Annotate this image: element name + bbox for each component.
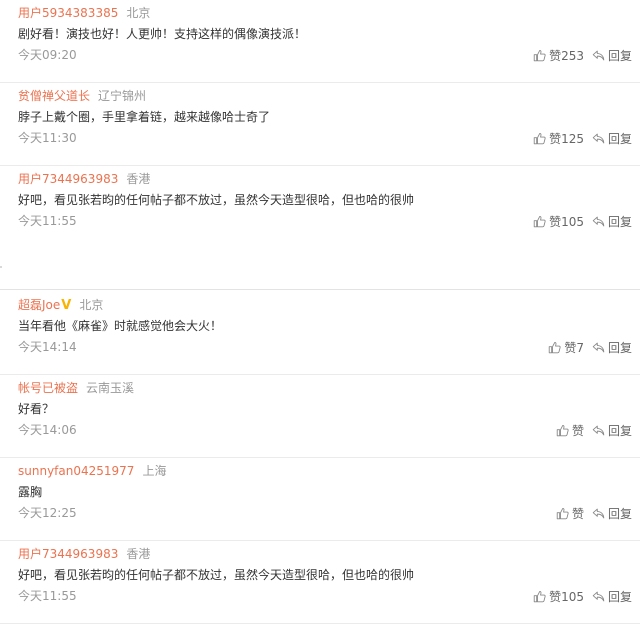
- username-link[interactable]: 帐号已被盗: [18, 381, 78, 395]
- comment-text: 好吧，看见张若昀的任何帖子都不放过，虽然今天造型很哈，但也哈的很帅: [18, 193, 415, 207]
- user-location: 香港: [126, 547, 151, 561]
- comment-list-bottom: 超磊JoeV 北京 当年看他《麻雀》时就感觉他会大火！ 今天14:14 赞7 回复…: [0, 292, 640, 624]
- comment-header: 用户5934383385 北京: [18, 4, 150, 21]
- like-count: 赞125: [549, 132, 584, 146]
- comment-item: sunnyfan04251977 上海 露胸 今天12:25 赞 回复: [0, 458, 640, 541]
- thumbs-up-icon: [533, 133, 546, 145]
- reply-button[interactable]: 回复: [592, 588, 632, 605]
- comment-actions: 赞105 回复: [533, 588, 632, 605]
- comment-item: 用户7344963983 香港 好吧，看见张若昀的任何帖子都不放过，虽然今天造型很…: [0, 166, 640, 249]
- comment-actions: 赞 回复: [556, 505, 632, 522]
- reply-button[interactable]: 回复: [592, 422, 632, 439]
- comment-time: 今天14:06: [18, 423, 77, 437]
- comment-list-top: 用户5934383385 北京 剧好看！演技也好！人更帅！支持这样的偶像演技派！ …: [0, 0, 640, 249]
- verified-badge-icon: V: [61, 298, 72, 313]
- comment-item: 用户7344963983 香港 好吧，看见张若昀的任何帖子都不放过，虽然今天造型很…: [0, 541, 640, 624]
- comment-item: 超磊JoeV 北京 当年看他《麻雀》时就感觉他会大火！ 今天14:14 赞7 回复: [0, 292, 640, 375]
- like-button[interactable]: 赞: [556, 505, 584, 522]
- like-button[interactable]: 赞105: [533, 588, 584, 605]
- comment-header: 贫僧禅父道长 辽宁锦州: [18, 87, 146, 104]
- thumbs-up-icon: [533, 216, 546, 228]
- comment-header: 帐号已被盗 云南玉溪: [18, 379, 134, 396]
- reply-label: 回复: [607, 49, 632, 63]
- comment-item: 贫僧禅父道长 辽宁锦州 脖子上戴个圈，手里拿着链，越来越像哈士奇了 今天11:30…: [0, 83, 640, 166]
- like-count: 赞7: [564, 341, 584, 355]
- comment-item: 用户5934383385 北京 剧好看！演技也好！人更帅！支持这样的偶像演技派！ …: [0, 0, 640, 83]
- comment-actions: 赞253 回复: [533, 47, 632, 64]
- comment-time: 今天12:25: [18, 506, 77, 520]
- comment-header: sunnyfan04251977 上海: [18, 462, 166, 479]
- comment-header: 超磊JoeV 北京: [18, 296, 103, 313]
- comment-time: 今天14:14: [18, 340, 77, 354]
- user-location: 云南玉溪: [86, 381, 135, 395]
- username-link[interactable]: 用户7344963983: [18, 172, 118, 186]
- comment-actions: 赞105 回复: [533, 213, 632, 230]
- like-count: 赞105: [549, 215, 584, 229]
- section-divider: [0, 289, 640, 290]
- like-button[interactable]: 赞253: [533, 47, 584, 64]
- user-location: 香港: [126, 172, 151, 186]
- comment-header: 用户7344963983 香港: [18, 170, 150, 187]
- comment-time: 今天09:20: [18, 48, 77, 62]
- username-link[interactable]: sunnyfan04251977: [18, 464, 134, 478]
- comment-text: 当年看他《麻雀》时就感觉他会大火！: [18, 319, 223, 333]
- like-button[interactable]: 赞: [556, 422, 584, 439]
- comment-actions: 赞 回复: [556, 422, 632, 439]
- reply-button[interactable]: 回复: [592, 505, 632, 522]
- thumbs-up-icon: [533, 591, 546, 603]
- thumbs-up-icon: [533, 50, 546, 62]
- reply-icon: [592, 591, 605, 602]
- like-count: 赞105: [549, 590, 584, 604]
- reply-label: 回复: [607, 132, 632, 146]
- reply-label: 回复: [607, 507, 632, 521]
- comment-text: 好看？: [18, 402, 55, 416]
- reply-button[interactable]: 回复: [592, 130, 632, 147]
- like-count: 赞: [571, 507, 584, 521]
- username-link[interactable]: 用户5934383385: [18, 6, 118, 20]
- reply-button[interactable]: 回复: [592, 47, 632, 64]
- reply-label: 回复: [607, 341, 632, 355]
- user-location: 北京: [79, 298, 104, 312]
- like-button[interactable]: 赞125: [533, 130, 584, 147]
- like-button[interactable]: 赞7: [548, 339, 584, 356]
- comment-time: 今天11:30: [18, 131, 77, 145]
- like-count: 赞: [571, 424, 584, 438]
- reply-icon: [592, 133, 605, 144]
- user-location: 北京: [126, 6, 151, 20]
- like-button[interactable]: 赞105: [533, 213, 584, 230]
- comment-time: 今天11:55: [18, 589, 77, 603]
- section-gap: [0, 238, 640, 288]
- comment-actions: 赞7 回复: [548, 339, 632, 356]
- comment-text: 露胸: [18, 485, 43, 499]
- like-count: 赞253: [549, 49, 584, 63]
- username-link[interactable]: 用户7344963983: [18, 547, 118, 561]
- reply-label: 回复: [607, 424, 632, 438]
- reply-label: 回复: [607, 215, 632, 229]
- comment-text: 脖子上戴个圈，手里拿着链，越来越像哈士奇了: [18, 110, 271, 124]
- comment-time: 今天11:55: [18, 214, 77, 228]
- comment-actions: 赞125 回复: [533, 130, 632, 147]
- reply-icon: [592, 508, 605, 519]
- reply-icon: [592, 342, 605, 353]
- reply-icon: [592, 425, 605, 436]
- user-location: 辽宁锦州: [98, 89, 147, 103]
- comment-text: 好吧，看见张若昀的任何帖子都不放过，虽然今天造型很哈，但也哈的很帅: [18, 568, 415, 582]
- thumbs-up-icon: [556, 425, 569, 437]
- comment-text: 剧好看！演技也好！人更帅！支持这样的偶像演技派！: [18, 27, 307, 41]
- comment-item: 帐号已被盗 云南玉溪 好看？ 今天14:06 赞 回复: [0, 375, 640, 458]
- reply-icon: [592, 216, 605, 227]
- scroll-marker: [0, 266, 2, 268]
- reply-icon: [592, 50, 605, 61]
- comment-header: 用户7344963983 香港: [18, 545, 150, 562]
- thumbs-up-icon: [556, 508, 569, 520]
- username-link[interactable]: 超磊Joe: [18, 298, 60, 312]
- reply-label: 回复: [607, 590, 632, 604]
- user-location: 上海: [142, 464, 167, 478]
- thumbs-up-icon: [549, 342, 561, 354]
- reply-button[interactable]: 回复: [592, 213, 632, 230]
- reply-button[interactable]: 回复: [592, 339, 632, 356]
- username-link[interactable]: 贫僧禅父道长: [18, 89, 90, 103]
